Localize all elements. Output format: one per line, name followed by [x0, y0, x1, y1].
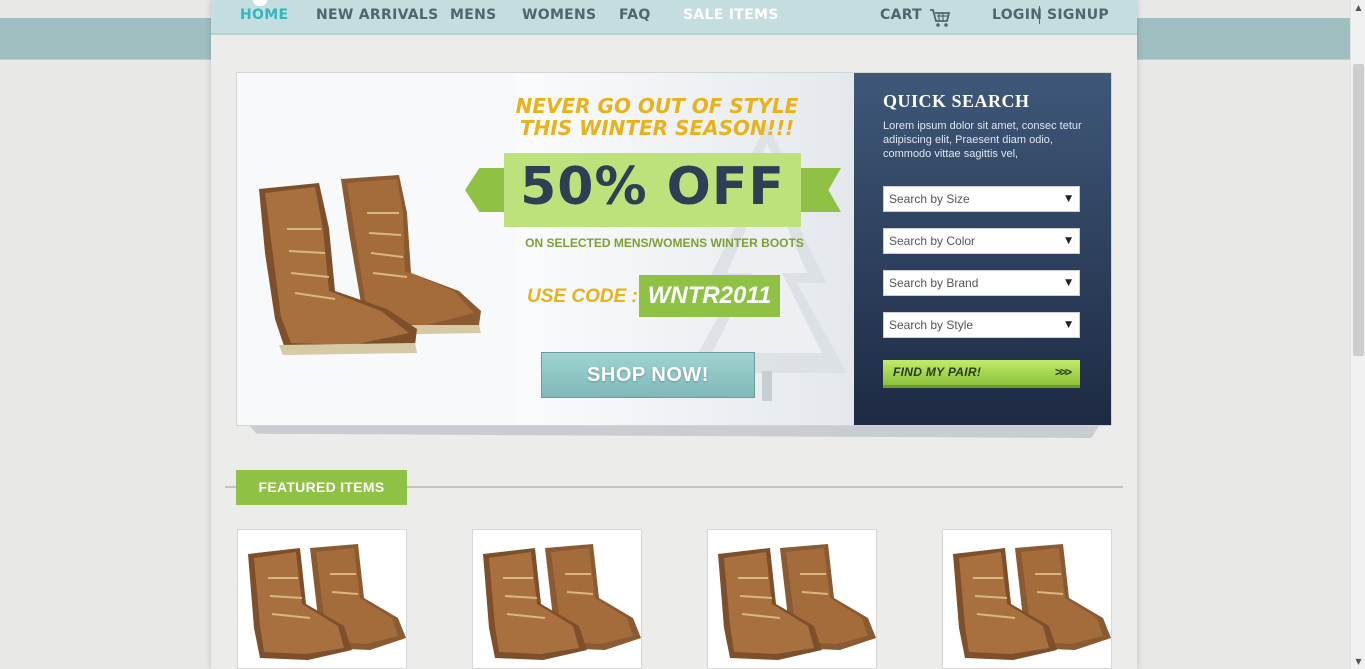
quick-search-panel: QUICK SEARCH Lorem ipsum dolor sit amet,…	[854, 73, 1111, 425]
nav-item-home[interactable]: HOME	[240, 7, 288, 23]
boot-image	[718, 544, 876, 660]
discount-text: 50% OFF	[520, 157, 785, 217]
login-link[interactable]: LOGIN	[992, 7, 1042, 23]
vertical-scrollbar[interactable]: ▲ ▼	[1350, 0, 1365, 669]
nav-item-new-arrivals[interactable]: NEW ARRIVALS	[316, 7, 439, 23]
find-my-pair-label: FIND MY PAIR!	[893, 365, 982, 379]
product-card-2[interactable]	[472, 529, 642, 669]
boot-image	[953, 544, 1111, 660]
headline-line-2: THIS WINTER SEASON!!!	[519, 116, 795, 140]
select-label: Search by Size	[889, 192, 970, 206]
chevron-down-icon: ▼	[1065, 278, 1072, 288]
featured-items-heading: FEATURED ITEMS	[236, 470, 407, 505]
hero-headline: NEVER GO OUT OF STYLE THIS WINTER SEASON…	[492, 95, 822, 139]
quick-search-title: QUICK SEARCH	[883, 91, 1030, 111]
use-code-label: USE CODE :	[527, 286, 638, 307]
chevron-down-icon: ▼	[1065, 194, 1072, 204]
nav-item-sale-items[interactable]: SALE ITEMS	[683, 7, 779, 23]
hero-banner: NEVER GO OUT OF STYLE THIS WINTER SEASON…	[236, 72, 1112, 426]
scrollbar-thumb[interactable]	[1353, 64, 1364, 356]
search-by-style-select[interactable]: Search by Style ▼	[883, 312, 1080, 338]
active-tab-indicator	[253, 0, 267, 6]
search-by-size-select[interactable]: Search by Size ▼	[883, 186, 1080, 212]
signup-link[interactable]: SIGNUP	[1047, 7, 1109, 23]
scroll-up-icon[interactable]: ▲	[1351, 0, 1365, 15]
product-card-1[interactable]	[237, 529, 407, 669]
scroll-down-icon[interactable]: ▼	[1351, 654, 1365, 669]
hero-shadow	[248, 424, 1100, 438]
chevron-down-icon: ▼	[1065, 236, 1072, 246]
promo-code: WNTR2011	[639, 275, 780, 317]
boot-image	[248, 544, 406, 660]
arrows-icon: >>>	[1054, 365, 1072, 379]
select-label: Search by Style	[889, 318, 974, 332]
discount-subtext: ON SELECTED MENS/WOMENS WINTER BOOTS	[525, 236, 804, 250]
nav-item-faq[interactable]: FAQ	[619, 7, 651, 23]
select-label: Search by Brand	[889, 276, 979, 290]
nav-item-mens[interactable]: MENS	[450, 7, 497, 23]
quick-search-description: Lorem ipsum dolor sit amet, consec tetur…	[883, 120, 1082, 160]
shop-now-button[interactable]: SHOP NOW!	[541, 352, 755, 398]
boot-image	[483, 544, 641, 660]
nav-item-womens[interactable]: WOMENS	[522, 7, 596, 23]
product-card-4[interactable]	[942, 529, 1112, 669]
discount-banner: 50% OFF	[504, 153, 801, 227]
search-by-brand-select[interactable]: Search by Brand ▼	[883, 270, 1080, 296]
page-container: HOME NEW ARRIVALS MENS WOMENS FAQ SALE I…	[211, 0, 1137, 669]
select-label: Search by Color	[889, 234, 976, 248]
headline-line-1: NEVER GO OUT OF STYLE	[515, 94, 799, 118]
find-my-pair-button[interactable]: FIND MY PAIR! >>>	[883, 360, 1080, 388]
search-by-color-select[interactable]: Search by Color ▼	[883, 228, 1080, 254]
main-nav: HOME NEW ARRIVALS MENS WOMENS FAQ SALE I…	[211, 0, 1137, 35]
cart-icon[interactable]	[929, 6, 951, 28]
chevron-down-icon: ▼	[1065, 320, 1072, 330]
login-signup-divider	[1039, 6, 1040, 24]
product-card-3[interactable]	[707, 529, 877, 669]
winter-boots-image	[259, 175, 481, 355]
nav-item-cart[interactable]: CART	[880, 7, 922, 23]
